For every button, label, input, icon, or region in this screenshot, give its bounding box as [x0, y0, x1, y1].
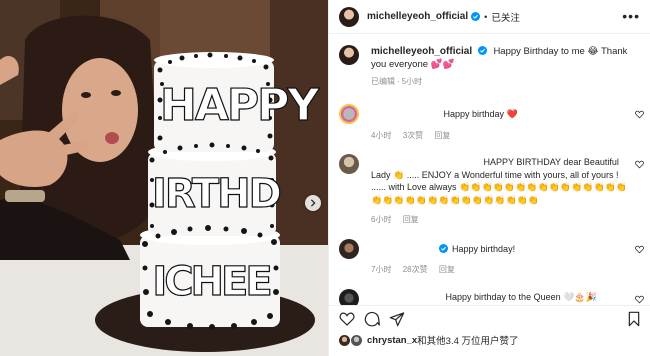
- cake-letters-mid: IRTHD: [151, 170, 282, 217]
- heart-icon[interactable]: [635, 295, 644, 304]
- header-separator: •: [484, 11, 488, 22]
- comment-time: 4小时: [371, 130, 392, 140]
- header-username[interactable]: michelleyeoh_official: [367, 11, 468, 22]
- redacted-username: [371, 111, 429, 117]
- heart-icon[interactable]: [635, 245, 644, 254]
- verified-icon: [477, 46, 487, 55]
- cake-letters-top: HAPPY: [159, 79, 319, 131]
- commenter-avatar[interactable]: [339, 238, 359, 259]
- more-options-icon[interactable]: •••: [622, 9, 640, 23]
- comment: HAPPY BIRTHDAY dear Beautiful Lady 👏 ...…: [329, 154, 650, 227]
- comment-text: Happy birthday!: [452, 243, 516, 254]
- comment-meta: 4小时 3次赞 回复: [371, 130, 633, 143]
- next-arrow-icon: [310, 199, 316, 207]
- verified-icon: [438, 243, 448, 253]
- post-caption: michelleyeoh_official Happy Birthday to …: [329, 35, 650, 88]
- comment-time: 6小时: [371, 215, 392, 224]
- commenter-avatar[interactable]: [339, 104, 359, 124]
- caption-meta: 已编辑 · 5小时: [371, 75, 633, 88]
- comment: Happy birthday ❤️ 4小时 3次赞 回复: [329, 104, 650, 142]
- caption-dot: ·: [397, 77, 400, 86]
- post-details-panel: michelleyeoh_official • 已关注 ••• michelle…: [328, 0, 650, 356]
- redacted-username: [371, 159, 481, 165]
- redacted-username: [371, 245, 433, 252]
- verified-icon: [471, 12, 481, 21]
- comment-meta: 7小时 28次赞 回复: [371, 264, 633, 277]
- comment: Happy birthday! 7小时 28次赞 回复: [329, 238, 650, 277]
- edited-label: 已编辑: [371, 77, 395, 86]
- post-header: michelleyeoh_official • 已关注 •••: [329, 0, 650, 34]
- likes-text[interactable]: 和其他3.4 万位用户赞了: [417, 333, 518, 347]
- reply-button[interactable]: 回复: [434, 131, 450, 140]
- comment-meta: 6小时 回复: [371, 214, 633, 227]
- heart-icon[interactable]: [635, 160, 644, 169]
- share-icon[interactable]: [389, 311, 405, 327]
- next-photo-button[interactable]: [305, 195, 321, 211]
- liker-avatar: [339, 334, 350, 346]
- comment-likes[interactable]: 3次赞: [403, 131, 423, 140]
- comments-scroll[interactable]: michelleyeoh_official Happy Birthday to …: [329, 35, 650, 305]
- reply-button[interactable]: 回复: [439, 265, 455, 274]
- caption-username[interactable]: michelleyeoh_official: [371, 46, 472, 57]
- bookmark-icon[interactable]: [626, 311, 642, 327]
- heart-icon[interactable]: [339, 311, 355, 327]
- author-avatar[interactable]: [339, 6, 359, 27]
- following-button[interactable]: 已关注: [491, 10, 520, 24]
- commenter-avatar[interactable]: [339, 154, 359, 174]
- caption-time: 5小时: [401, 77, 423, 86]
- caption-avatar[interactable]: [339, 45, 359, 65]
- comment-likes[interactable]: 28次赞: [403, 265, 428, 274]
- post-photo[interactable]: HAPPY IRTHD ICHEE: [0, 0, 328, 356]
- liker-avatar: [351, 334, 362, 346]
- commenter-avatar[interactable]: [339, 288, 359, 305]
- reply-button[interactable]: 回复: [403, 215, 419, 224]
- comment-text: Happy birthday ❤️: [443, 109, 518, 119]
- likes-summary: chrystan_x 和其他3.4 万位用户赞了: [339, 333, 640, 347]
- comment-icon[interactable]: [364, 311, 380, 327]
- heart-icon[interactable]: [635, 110, 644, 119]
- comment-text: Happy birthday to the Queen 🤍🎂🎉: [445, 291, 597, 302]
- redacted-username: [371, 293, 441, 300]
- comment-time: 7小时: [371, 265, 392, 274]
- comment: Happy birthday to the Queen 🤍🎂🎉: [329, 288, 650, 305]
- liker-username[interactable]: chrystan_x: [367, 335, 417, 346]
- cake-letters-bot: ICHEE: [152, 258, 274, 305]
- action-bar: [329, 305, 650, 331]
